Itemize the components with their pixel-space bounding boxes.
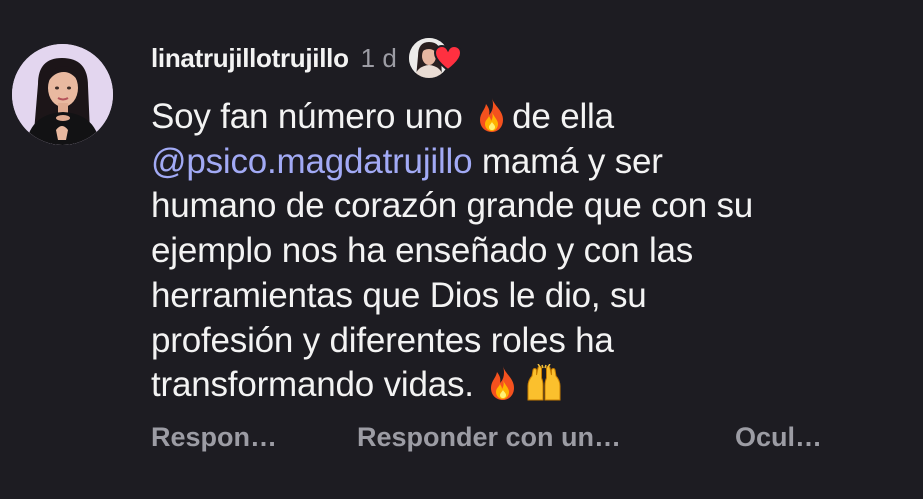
user-avatar[interactable]	[12, 44, 113, 145]
comment-line-5: herramientas que Dios le dio, su	[151, 275, 647, 315]
comment-line-1: Soy fan número uno de ella	[151, 97, 614, 136]
hide-button[interactable]: Ocul…	[735, 422, 822, 453]
comment-header: linatrujillotrujillo 1 d	[151, 36, 467, 80]
comment-line-4: ejemplo nos ha enseñado y con las	[151, 231, 694, 271]
comment-text: Soy fan número uno de ella @psico.magdat…	[151, 97, 754, 405]
raising-hands-emoji-icon	[527, 364, 561, 401]
username[interactable]: linatrujillotrujillo	[151, 43, 349, 74]
mention-link[interactable]: @psico.magdatrujillo	[151, 142, 473, 181]
fire-emoji-icon	[491, 366, 515, 401]
liked-by-author-badge	[408, 36, 467, 80]
comment: linatrujillotrujillo 1 d Soy fan número …	[0, 0, 923, 499]
heart-icon	[433, 44, 462, 72]
reply-button[interactable]: Respon…	[151, 422, 277, 453]
comment-line-6: profesión y diferentes roles ha	[151, 320, 614, 360]
comment-line-3: humano de corazón grande que con su	[151, 186, 754, 226]
comment-line-7: transformando vidas.	[151, 364, 565, 404]
reply-with-button[interactable]: Responder con un…	[357, 422, 621, 453]
fire-emoji-icon	[480, 98, 504, 132]
timestamp: 1 d	[360, 42, 397, 73]
